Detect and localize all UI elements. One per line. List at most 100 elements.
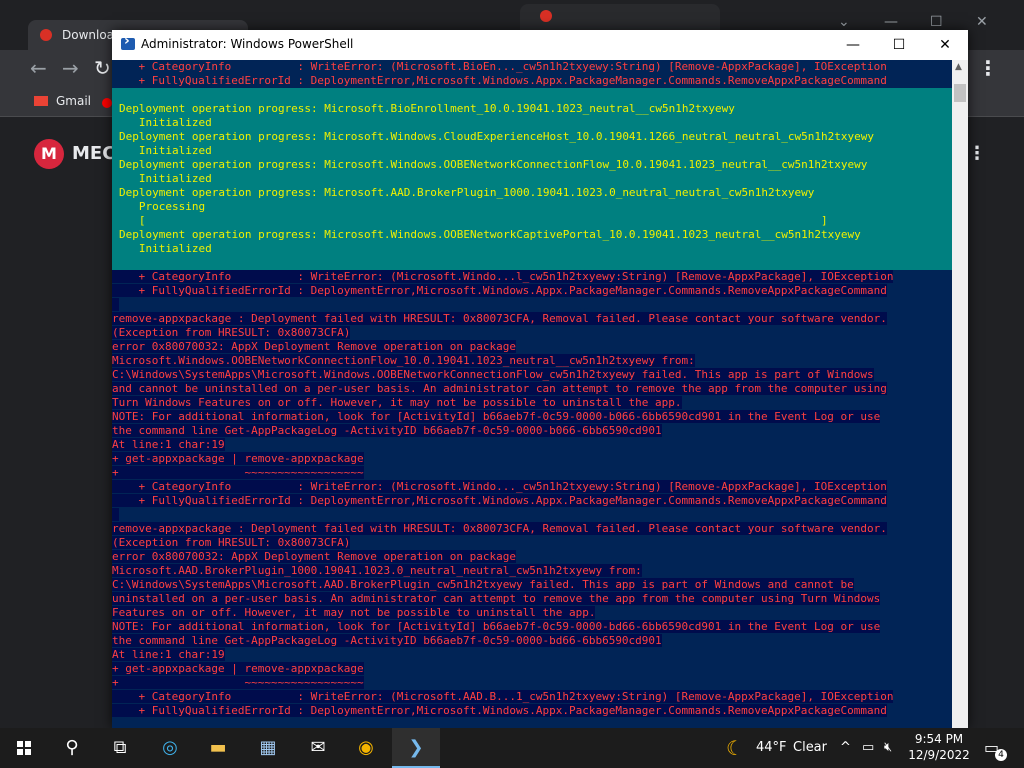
console-output[interactable]: + CategoryInfo : WriteError: (Microsoft.… xyxy=(112,60,952,728)
console-error-line: + FullyQualifiedErrorId : DeploymentErro… xyxy=(112,704,887,717)
taskbar-chrome[interactable]: ◉ xyxy=(342,728,390,768)
progress-line: Deployment operation progress: Microsoft… xyxy=(119,130,874,143)
progress-line: Initialized xyxy=(119,144,212,157)
console-error-line: the command line Get-AppPackageLog -Acti… xyxy=(112,634,662,647)
task-view-icon: ⧉ xyxy=(113,737,127,758)
taskbar-file-explorer[interactable]: ▬ xyxy=(194,728,242,768)
weather-moon-icon[interactable]: ☾ xyxy=(726,728,744,768)
close-button[interactable]: ✕ xyxy=(922,30,968,60)
chrome-menu-icon[interactable]: ⋮ xyxy=(978,58,998,78)
console-error-line: Turn Windows Features on or off. However… xyxy=(112,396,682,409)
progress-line: Initialized xyxy=(119,242,212,255)
chrome-maximize-icon[interactable]: ☐ xyxy=(930,14,943,30)
tab-favicon-icon xyxy=(540,10,552,22)
mail-icon: ✉ xyxy=(310,737,326,758)
console-error-line: + ~~~~~~~~~~~~~~~~~~ xyxy=(112,466,364,479)
notification-icon[interactable]: ▭ xyxy=(984,728,999,768)
progress-line: Deployment operation progress: Microsoft… xyxy=(119,102,735,115)
scroll-up-icon[interactable]: ▲ xyxy=(955,62,962,72)
console-line: + CategoryInfo : WriteError: (Microsoft.… xyxy=(112,60,887,73)
console-error-line: (Exception from HRESULT: 0x80073CFA) xyxy=(112,536,351,549)
console-error-line: C:\Windows\SystemApps\Microsoft.Windows.… xyxy=(112,368,874,381)
progress-line: Initialized xyxy=(119,172,212,185)
maximize-button[interactable]: ☐ xyxy=(876,30,922,60)
forward-arrow-icon[interactable]: → xyxy=(62,58,79,78)
browser-tab-2[interactable] xyxy=(520,4,720,30)
console-error-line: + get-appxpackage | remove-appxpackage xyxy=(112,662,364,675)
powershell-icon xyxy=(121,33,135,50)
progress-panel: Deployment operation progress: Microsoft… xyxy=(112,88,952,270)
taskbar-mail[interactable]: ✉ xyxy=(294,728,342,768)
bookmark-gmail-label: Gmail xyxy=(56,94,92,108)
taskbar-edge[interactable]: ◎ xyxy=(146,728,194,768)
console-error-line: (Exception from HRESULT: 0x80073CFA) xyxy=(112,326,351,339)
opera-icon xyxy=(40,29,52,41)
console-error-line: remove-appxpackage : Deployment failed w… xyxy=(112,312,887,325)
page-menu-icon[interactable]: ⋮ xyxy=(968,143,986,164)
notification-count-badge: 4 xyxy=(995,749,1007,761)
console-error-line: Microsoft.Windows.OOBENetworkConnectionF… xyxy=(112,354,695,367)
scroll-thumb[interactable] xyxy=(954,84,966,102)
clock-date: 12/9/2022 xyxy=(908,748,970,762)
youtube-icon[interactable] xyxy=(102,98,112,108)
windows-logo-icon xyxy=(17,741,31,755)
chrome-minimize-icon[interactable]: — xyxy=(884,14,898,30)
reload-icon[interactable]: ↻ xyxy=(94,58,111,78)
powershell-icon: ❯ xyxy=(408,737,424,758)
console-error-line: Features on or off. However, it may not … xyxy=(112,606,596,619)
volume-muted-icon[interactable]: 🔇︎ xyxy=(884,728,892,768)
minimize-button[interactable]: — xyxy=(830,30,876,60)
folder-icon: ▬ xyxy=(209,737,227,758)
console-line: + FullyQualifiedErrorId : DeploymentErro… xyxy=(112,74,887,87)
console-error-line: + CategoryInfo : WriteError: (Microsoft.… xyxy=(112,270,894,283)
back-arrow-icon[interactable]: ← xyxy=(30,58,47,78)
taskbar-store[interactable]: ▦ xyxy=(244,728,292,768)
console-error-line: At line:1 char:19 xyxy=(112,438,225,451)
search-button[interactable]: ⚲ xyxy=(48,728,96,768)
console-error-line: NOTE: For additional information, look f… xyxy=(112,410,881,423)
clock-time: 9:54 PM xyxy=(914,732,964,746)
console-error-line: error 0x80070032: AppX Deployment Remove… xyxy=(112,550,516,563)
weather-temp[interactable]: 44°F xyxy=(756,728,787,768)
console-error-line: At line:1 char:19 xyxy=(112,648,225,661)
site-logo-text: MEC xyxy=(72,143,116,164)
show-hidden-icons[interactable]: ^ xyxy=(840,728,851,768)
vertical-scrollbar[interactable]: ▲ xyxy=(952,60,968,728)
edge-icon: ◎ xyxy=(162,737,178,758)
progress-line: Deployment operation progress: Microsoft… xyxy=(119,186,815,199)
powershell-window: Administrator: Windows PowerShell — ☐ ✕ … xyxy=(112,30,968,728)
store-icon: ▦ xyxy=(259,737,277,758)
console-error-line: NOTE: For additional information, look f… xyxy=(112,620,881,633)
search-icon: ⚲ xyxy=(65,737,79,758)
task-view-button[interactable]: ⧉ xyxy=(96,728,144,768)
console-error-line xyxy=(112,298,952,312)
progress-line: Deployment operation progress: Microsoft… xyxy=(119,228,861,241)
chrome-close-icon[interactable]: ✕ xyxy=(976,14,988,30)
chrome-dropdown-icon[interactable]: ⌄ xyxy=(838,14,850,30)
console-error-line: + CategoryInfo : WriteError: (Microsoft.… xyxy=(112,480,887,493)
console-error-line: + get-appxpackage | remove-appxpackage xyxy=(112,452,364,465)
console-error-line: + FullyQualifiedErrorId : DeploymentErro… xyxy=(112,284,887,297)
console-error-line: + FullyQualifiedErrorId : DeploymentErro… xyxy=(112,494,887,507)
console-error-line: the command line Get-AppPackageLog -Acti… xyxy=(112,424,662,437)
console-error-line: + ~~~~~~~~~~~~~~~~~~ xyxy=(112,676,364,689)
progress-line: Deployment operation progress: Microsoft… xyxy=(119,158,868,171)
site-logo-icon: M xyxy=(34,139,64,169)
console-error-line xyxy=(112,508,952,522)
gmail-icon xyxy=(34,96,48,106)
network-icon[interactable]: ▭ xyxy=(862,728,874,768)
taskbar-powershell[interactable]: ❯ xyxy=(392,728,440,768)
chrome-icon: ◉ xyxy=(358,737,374,758)
weather-text[interactable]: Clear xyxy=(793,728,827,768)
console-error-line: Microsoft.AAD.BrokerPlugin_1000.19041.10… xyxy=(112,564,642,577)
console-error-line: + CategoryInfo : WriteError: (Microsoft.… xyxy=(112,690,894,703)
console-error-line: C:\Windows\SystemApps\Microsoft.AAD.Brok… xyxy=(112,578,854,591)
start-button[interactable] xyxy=(0,728,48,768)
bookmark-gmail[interactable]: Gmail xyxy=(34,94,91,108)
powershell-titlebar[interactable]: Administrator: Windows PowerShell — ☐ ✕ xyxy=(112,30,968,60)
system-clock[interactable]: 9:54 PM 12/9/2022 xyxy=(908,731,970,763)
browser-tab-title: Downloa xyxy=(62,28,115,42)
console-error-line: and cannot be uninstalled on a per-user … xyxy=(112,382,887,395)
console-error-line: error 0x80070032: AppX Deployment Remove… xyxy=(112,340,516,353)
console-error-line: uninstalled on a per-user basis. An admi… xyxy=(112,592,881,605)
